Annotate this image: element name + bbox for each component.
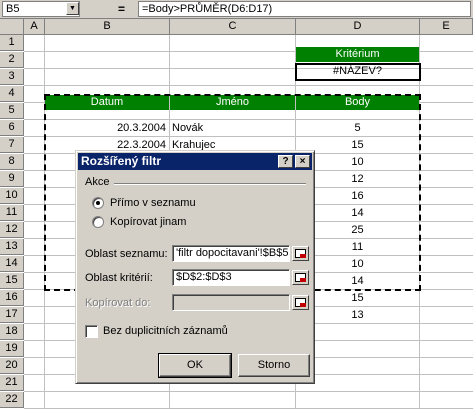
dialog-titlebar[interactable]: Rozšířený filtr ? × [78,153,312,170]
radio-in-place[interactable] [92,197,104,209]
row-header[interactable]: 4 [0,86,24,102]
cancel-button[interactable]: Storno [238,354,310,377]
action-group-label: Akce [85,176,110,188]
formula-text: =Body>PRŮMĚR(D6:D17) [142,3,273,15]
row-header[interactable]: 18 [0,324,24,340]
copy-to-input [172,294,290,311]
ok-button[interactable]: OK [158,353,232,378]
row-header[interactable]: 22 [0,392,24,408]
row-header[interactable]: 2 [0,52,24,68]
row-header[interactable]: 21 [0,375,24,391]
advanced-filter-dialog: Rozšířený filtr ? × Akce Přímo v seznamu… [75,150,315,384]
list-range-label: Oblast seznamu: [85,248,168,260]
name-box-value: B5 [6,3,20,15]
group-divider [114,183,306,185]
radio-copy[interactable] [92,216,104,228]
column-header-d[interactable]: D [296,19,420,35]
row-header[interactable]: 1 [0,35,24,51]
column-header-c[interactable]: C [170,19,296,35]
row-header[interactable]: 13 [0,239,24,255]
active-cell-border [295,63,421,81]
range-select-icon[interactable] [292,270,309,285]
row-header[interactable]: 7 [0,137,24,153]
select-all-corner[interactable] [0,19,24,35]
row-header[interactable]: 19 [0,341,24,357]
unique-records-checkbox[interactable] [85,325,98,338]
radio-in-place-label[interactable]: Přímo v seznamu [110,197,196,209]
formula-input[interactable]: =Body>PRŮMĚR(D6:D17) [138,1,471,17]
row-header[interactable]: 17 [0,307,24,323]
grid-line [24,85,473,86]
criteria-range-value: $D$2:$D$3 [176,271,232,283]
close-icon[interactable]: × [295,155,310,168]
row-header[interactable]: 9 [0,171,24,187]
row-header[interactable]: 10 [0,188,24,204]
row-header[interactable]: 14 [0,256,24,272]
name-box-dropdown-icon[interactable]: ▼ [66,2,79,15]
criteria-header-cell[interactable]: Kritérium [296,47,419,62]
grid-line [24,391,473,392]
row-header[interactable]: 5 [0,103,24,119]
range-select-icon [292,295,309,310]
row-header[interactable]: 3 [0,69,24,85]
row-header[interactable]: 20 [0,358,24,374]
row-header[interactable]: 11 [0,205,24,221]
list-range-input[interactable]: 'filtr dopocitavani'!$B$5: [172,245,290,262]
criteria-range-input[interactable]: $D$2:$D$3 [172,269,290,286]
column-header-e[interactable]: E [420,19,473,35]
row-header[interactable]: 15 [0,273,24,289]
copy-to-label: Kopírovat do: [85,297,151,309]
unique-records-label[interactable]: Bez duplicitních záznamů [103,325,228,337]
column-header-b[interactable]: B [45,19,170,35]
column-header-a[interactable]: A [24,19,45,35]
formula-equals-icon[interactable]: = [118,2,125,16]
criteria-range-label: Oblast kritérií: [85,272,153,284]
dialog-title: Rozšířený filtr [81,154,162,168]
range-select-icon[interactable] [292,246,309,261]
list-range-value: 'filtr dopocitavani'!$B$5: [176,247,290,259]
row-header[interactable]: 16 [0,290,24,306]
row-header[interactable]: 6 [0,120,24,136]
formula-bar: B5 ▼ = =Body>PRŮMĚR(D6:D17) [0,0,473,19]
row-header[interactable]: 12 [0,222,24,238]
radio-copy-label[interactable]: Kopírovat jinam [110,216,186,228]
help-icon[interactable]: ? [278,155,293,168]
row-header[interactable]: 8 [0,154,24,170]
